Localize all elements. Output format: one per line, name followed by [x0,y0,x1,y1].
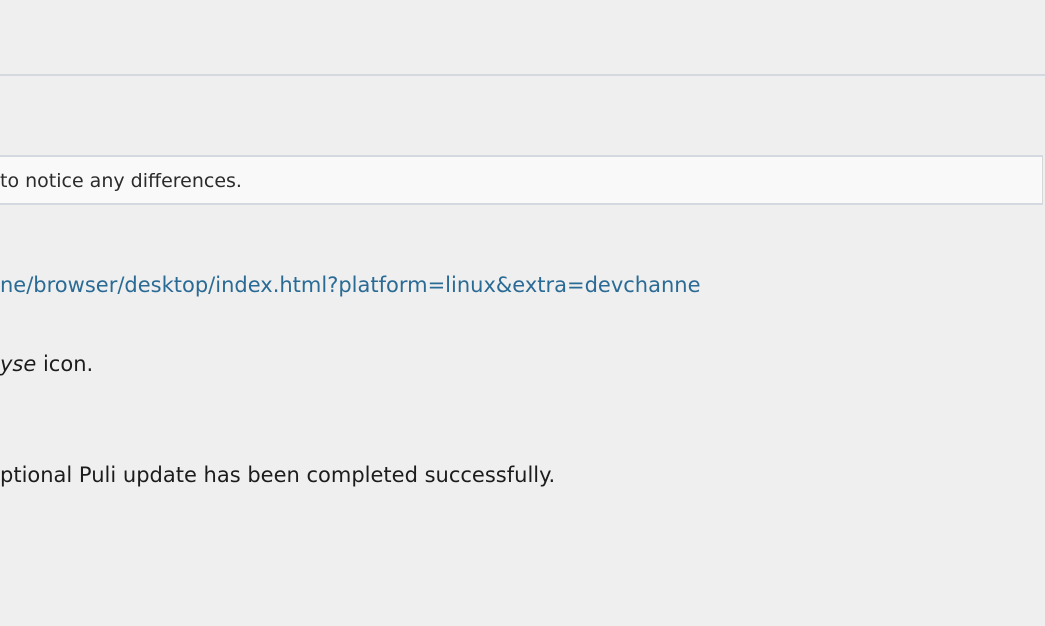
download-link-paragraph: ne/browser/desktop/index.html?platform=l… [0,271,701,299]
divider-top [0,74,1045,76]
download-url-link[interactable]: ne/browser/desktop/index.html?platform=l… [0,273,701,297]
browse-icon-text: icon. [36,352,94,376]
notice-text: to notice any differences. [0,170,242,192]
completion-text: ptional Puli update has been completed s… [0,463,556,487]
documentation-page: to notice any differences. ne/browser/de… [0,0,1045,626]
browse-icon-paragraph: yse icon. [0,350,93,378]
browse-emphasis: yse [0,352,37,376]
notice-box: to notice any differences. [0,155,1043,205]
completion-paragraph: ptional Puli update has been completed s… [0,461,555,489]
